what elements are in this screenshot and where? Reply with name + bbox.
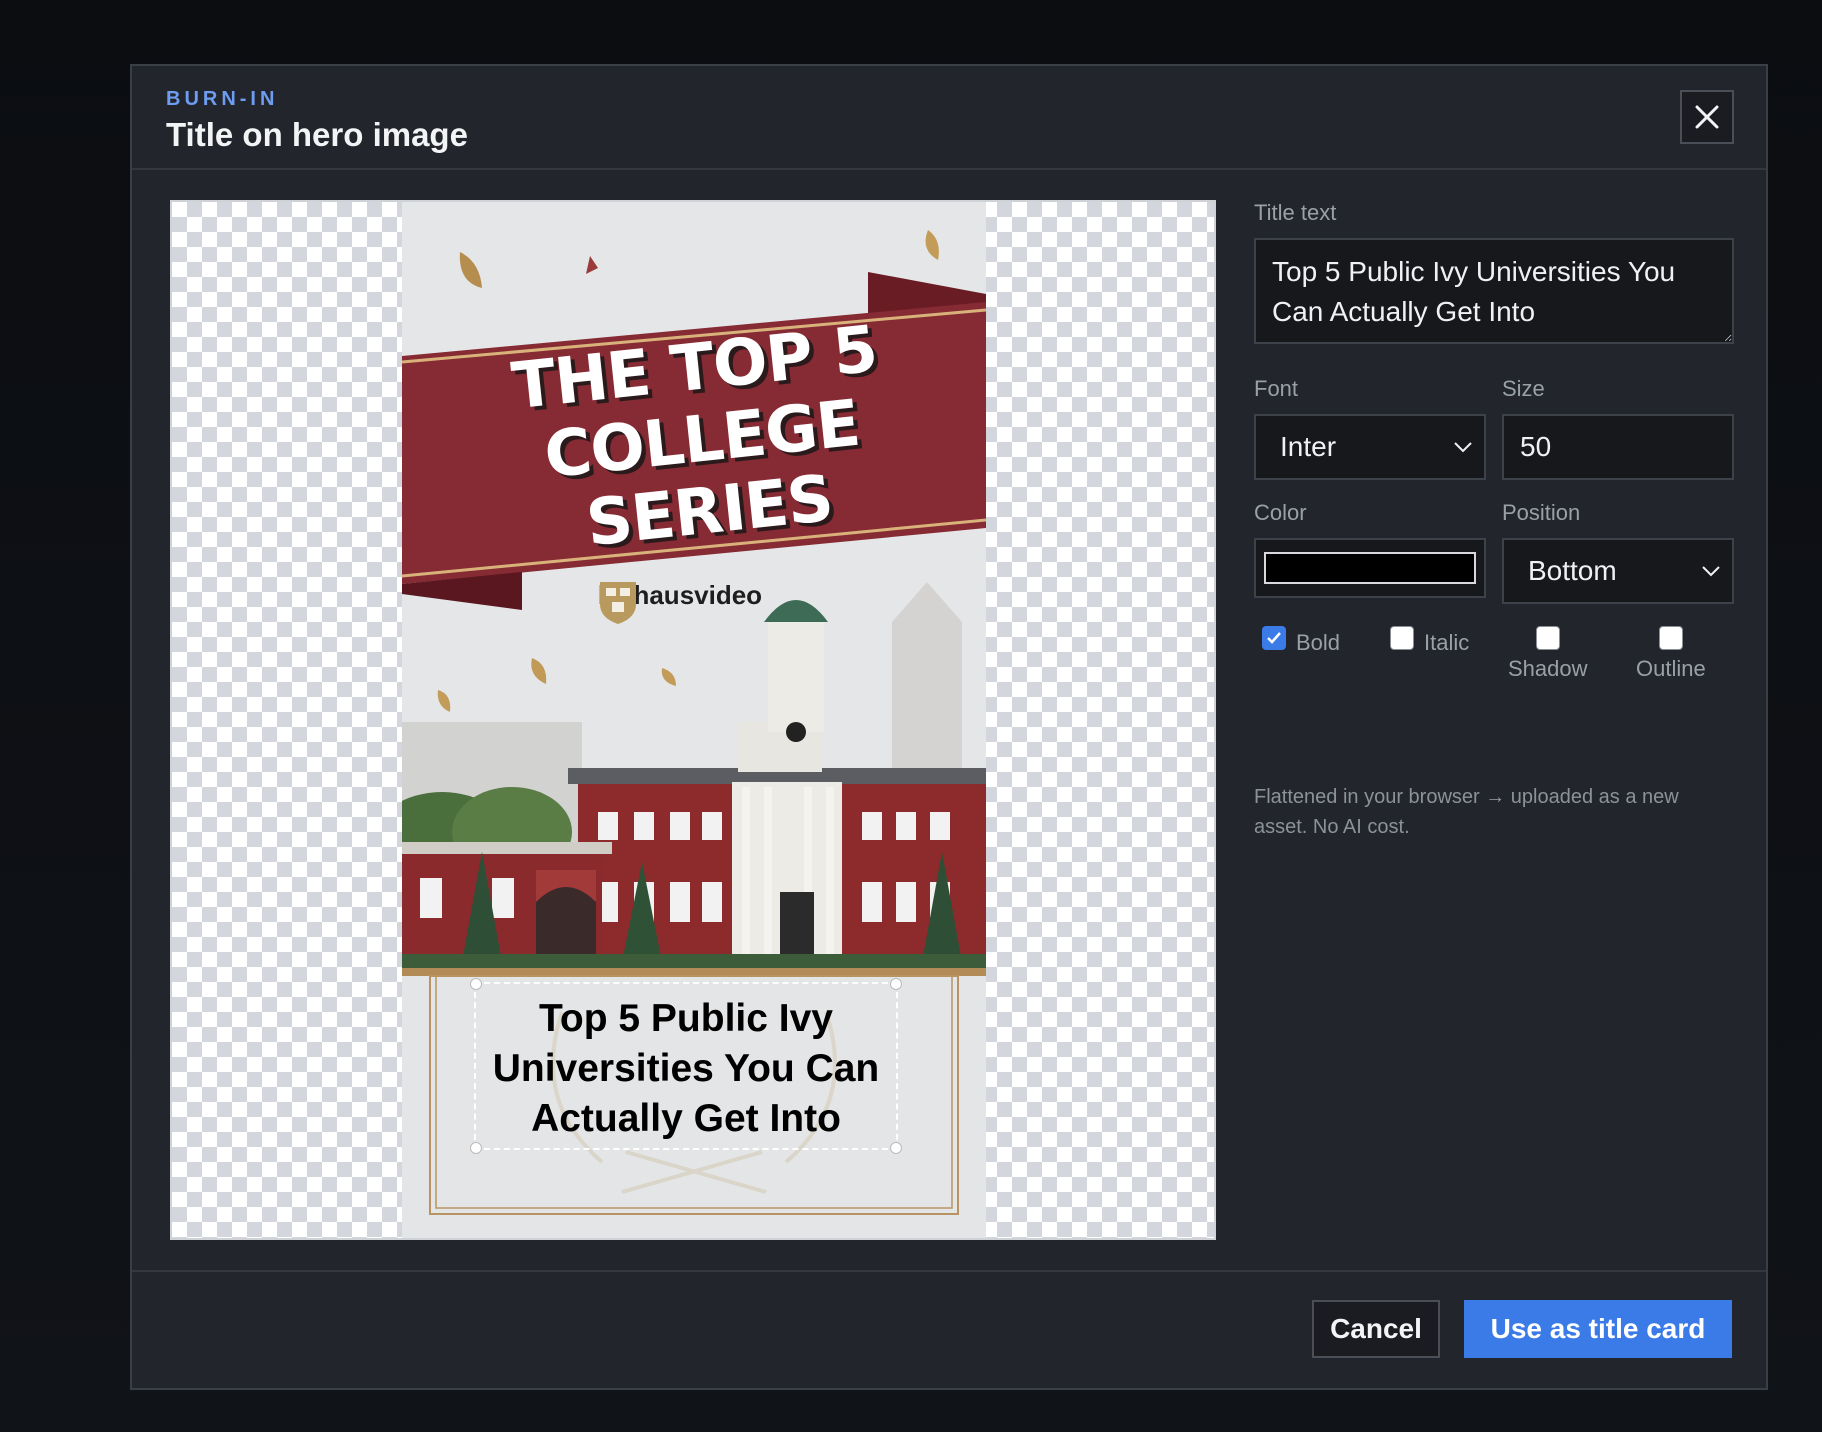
bold-checkbox[interactable]: Bold bbox=[1262, 626, 1340, 656]
close-icon bbox=[1695, 105, 1719, 129]
outline-checkbox[interactable]: Outline bbox=[1636, 626, 1706, 682]
title-text-label: Title text bbox=[1254, 200, 1337, 225]
dialog-header: BURN-IN Title on hero image bbox=[132, 66, 1766, 170]
hero-image: THE TOP 5 COLLEGE SERIES by hausvideo To… bbox=[402, 202, 986, 1238]
outline-label: Outline bbox=[1636, 656, 1706, 681]
font-label: Font bbox=[1254, 376, 1299, 401]
burn-in-dialog: BURN-IN Title on hero image THE TOP 5 CO… bbox=[130, 64, 1768, 1390]
title-overlay-box[interactable]: Top 5 Public Ivy Universities You Can Ac… bbox=[470, 978, 902, 1154]
outline-checkbox-box[interactable] bbox=[1658, 626, 1683, 650]
shield-icon bbox=[600, 582, 636, 624]
bold-label: Bold bbox=[1296, 630, 1341, 655]
preview-canvas: THE TOP 5 COLLEGE SERIES by hausvideo To… bbox=[170, 200, 1216, 1240]
title-text-input[interactable]: Top 5 Public Ivy Universities You Can Ac… bbox=[1254, 238, 1734, 344]
cancel-button[interactable]: Cancel bbox=[1312, 1300, 1440, 1358]
shadow-label: Shadow bbox=[1508, 656, 1588, 681]
chevron-down-icon bbox=[1454, 442, 1472, 453]
color-label: Color bbox=[1254, 500, 1307, 525]
size-input-value: 50 bbox=[1520, 431, 1552, 462]
dialog-eyebrow: BURN-IN bbox=[166, 88, 279, 110]
close-button[interactable] bbox=[1680, 90, 1734, 144]
brand-lockup: by hausvideo bbox=[598, 580, 763, 624]
font-select-value: Inter bbox=[1280, 431, 1337, 462]
color-picker[interactable] bbox=[1254, 538, 1486, 598]
checkmark-icon bbox=[1267, 632, 1281, 644]
color-swatch bbox=[1264, 552, 1476, 584]
chevron-down-icon bbox=[1702, 566, 1720, 577]
shadow-checkbox[interactable]: Shadow bbox=[1508, 626, 1588, 682]
dialog-footer: Cancel Use as title card bbox=[132, 1270, 1766, 1388]
brand-name: hausvideo bbox=[633, 580, 763, 610]
bold-checkbox-box[interactable] bbox=[1262, 626, 1286, 650]
shadow-checkbox-box[interactable] bbox=[1535, 626, 1560, 650]
dialog-title: Title on hero image bbox=[166, 116, 468, 153]
resize-handle-top-left[interactable] bbox=[470, 978, 482, 990]
size-input[interactable]: 50 bbox=[1502, 414, 1734, 480]
burned-title-text: Top 5 Public Ivy Universities You Can Ac… bbox=[492, 997, 880, 1140]
italic-checkbox-box[interactable] bbox=[1390, 626, 1414, 650]
italic-checkbox[interactable]: Italic bbox=[1390, 626, 1469, 656]
position-label: Position bbox=[1502, 500, 1581, 525]
size-label: Size bbox=[1502, 376, 1545, 401]
position-select-value: Bottom bbox=[1528, 555, 1617, 586]
position-select[interactable]: Bottom bbox=[1502, 538, 1734, 604]
use-as-title-card-button[interactable]: Use as title card bbox=[1464, 1300, 1732, 1358]
flatten-note: Flattened in your browser → uploaded as … bbox=[1254, 786, 1679, 838]
resize-handle-top-right[interactable] bbox=[890, 978, 902, 990]
italic-label: Italic bbox=[1424, 630, 1470, 655]
font-select[interactable]: Inter bbox=[1254, 414, 1486, 480]
